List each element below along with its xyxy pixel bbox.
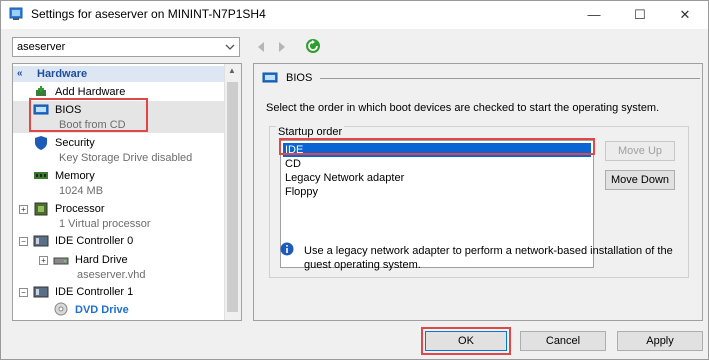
ok-button-highlight <box>421 327 511 355</box>
info-message: Use a legacy network adapter to perform … <box>304 245 673 271</box>
add-hardware-icon <box>36 86 46 96</box>
apply-button[interactable]: Apply <box>617 331 703 351</box>
memory-icon <box>34 172 48 179</box>
window-title: Settings for aseserver on MININT-N7P1SH4 <box>31 7 266 21</box>
processor-icon <box>34 202 48 216</box>
tree-item-label: DVD Drive <box>75 304 129 316</box>
tree-item-sublabel: 1 Virtual processor <box>59 218 151 230</box>
tree-item-sublabel: 1024 MB <box>59 185 104 197</box>
forward-arrow-icon[interactable] <box>277 41 287 53</box>
scrollbar-thumb[interactable] <box>227 82 238 312</box>
move-down-button[interactable]: Move Down <box>605 170 675 190</box>
hard-drive-icon <box>53 257 69 265</box>
tree-item-memory[interactable]: Memory 1024 MB <box>13 167 225 199</box>
tree-item-security[interactable]: Security Key Storage Drive disabled <box>13 134 225 166</box>
section-divider <box>320 78 700 79</box>
ide-controller-icon <box>33 286 49 298</box>
info-icon <box>280 242 294 256</box>
tree-item-sublabel: Key Storage Drive disabled <box>59 152 193 164</box>
bios-icon <box>262 72 278 83</box>
minimize-button[interactable]: — <box>571 1 617 29</box>
scroll-up-arrow-icon[interactable]: ▲ <box>228 66 236 75</box>
settings-app-icon <box>9 7 23 20</box>
tree-item-label: Hard Drive <box>75 254 128 266</box>
tree-item-sublabel: aseserver.vhd <box>77 269 146 281</box>
back-arrow-icon[interactable] <box>256 41 266 53</box>
chevron-down-icon <box>225 44 235 50</box>
expand-plus-icon[interactable]: + <box>19 205 28 214</box>
tree-item-hard-drive[interactable]: + Hard Drive aseserver.vhd <box>13 251 225 283</box>
close-button[interactable]: ✕ <box>662 1 708 29</box>
bios-instruction: Select the order in which boot devices a… <box>266 102 660 114</box>
shield-icon <box>35 136 47 150</box>
maximize-button[interactable]: ☐ <box>617 1 663 29</box>
bios-section-header: BIOS <box>262 70 700 86</box>
tree-item-ide-controller-1[interactable]: − IDE Controller 1 <box>13 284 225 300</box>
hardware-header-label: Hardware <box>37 68 88 80</box>
title-bar: Settings for aseserver on MININT-N7P1SH4… <box>1 1 708 29</box>
expand-plus-icon[interactable]: + <box>39 256 48 265</box>
tree-item-label: Processor <box>55 203 105 215</box>
tree-item-processor[interactable]: + Processor 1 Virtual processor <box>13 200 225 232</box>
tree-item-label: Add Hardware <box>55 86 126 98</box>
move-up-button[interactable]: Move Up <box>605 141 675 161</box>
bios-tree-highlight <box>29 98 148 132</box>
bios-settings-pane: BIOS Select the order in which boot devi… <box>253 63 703 321</box>
ide-device-highlight <box>279 138 595 155</box>
ide-controller-icon <box>33 235 49 247</box>
dvd-drive-icon <box>54 302 68 316</box>
tree-item-label: IDE Controller 1 <box>55 286 134 298</box>
collapse-chevron-icon[interactable]: « <box>17 68 23 79</box>
collapse-minus-icon[interactable]: − <box>19 237 28 246</box>
boot-device-item[interactable]: Legacy Network adapter <box>283 171 591 185</box>
cancel-button[interactable]: Cancel <box>520 331 606 351</box>
tree-item-dvd-drive[interactable]: DVD Drive <box>13 302 225 318</box>
tree-item-label: IDE Controller 0 <box>55 235 134 247</box>
bios-section-title: BIOS <box>286 72 313 84</box>
server-select[interactable]: aseserver <box>12 37 240 57</box>
tree-item-label: Memory <box>55 170 95 182</box>
tree-item-ide-controller-0[interactable]: − IDE Controller 0 <box>13 233 225 249</box>
server-select-value: aseserver <box>17 41 66 53</box>
boot-device-item[interactable]: Floppy <box>283 185 591 199</box>
boot-device-item[interactable]: CD <box>283 157 591 171</box>
collapse-minus-icon[interactable]: − <box>19 288 28 297</box>
tree-item-label: Security <box>55 137 95 149</box>
startup-order-label: Startup order <box>276 126 345 138</box>
settings-window: Settings for aseserver on MININT-N7P1SH4… <box>0 0 709 360</box>
hardware-section-header[interactable]: « Hardware <box>13 66 225 82</box>
tree-scrollbar[interactable]: ▲ <box>224 64 241 320</box>
refresh-icon[interactable] <box>305 38 321 54</box>
